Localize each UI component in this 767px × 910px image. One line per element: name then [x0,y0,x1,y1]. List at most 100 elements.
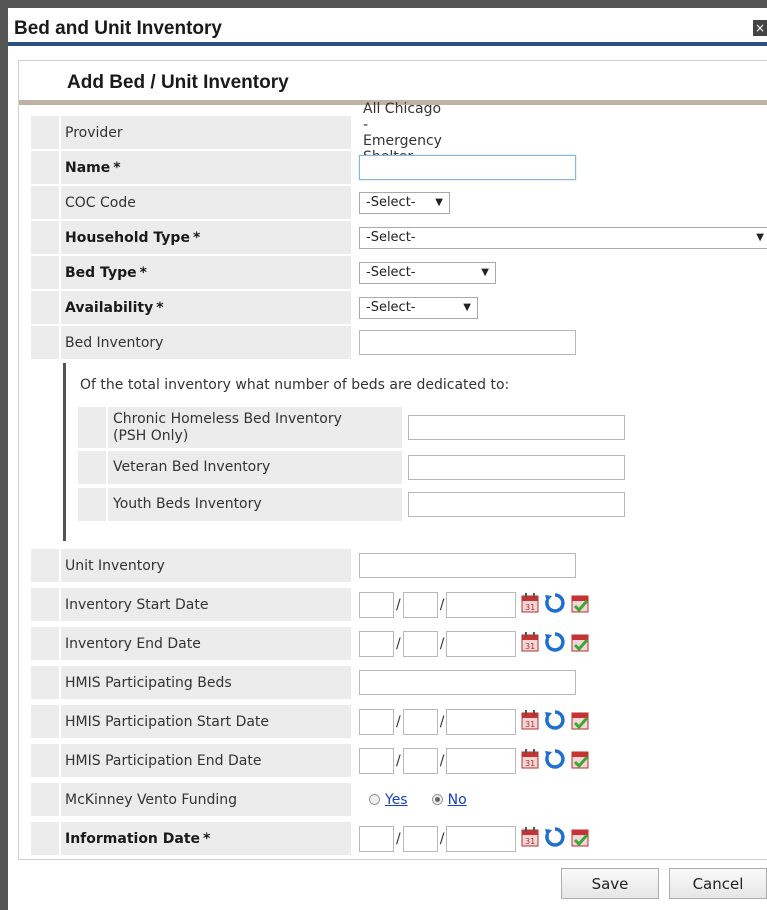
bed-type-label-text: Bed Type [65,264,137,281]
dialog-titlebar: Bed and Unit Inventory × [8,8,767,46]
calendar-icon[interactable]: 31 [520,631,540,657]
coc-code-select[interactable]: -Select- ▼ [359,191,450,214]
row-gutter [31,627,59,660]
hmis-participation-start-date-group: / / 31 [359,708,590,735]
refresh-icon[interactable] [544,592,566,618]
mckinney-vento-funding-value-cell: Yes No [359,783,491,816]
name-input[interactable] [359,155,576,180]
provider-label-text: Provider [65,124,123,141]
day-input[interactable] [402,591,438,618]
calendar-icon[interactable]: 31 [520,826,540,852]
hmis-participating-beds-value-cell [359,666,576,699]
year-input[interactable] [446,747,517,774]
inventory-start-date-label: Inventory Start Date [61,588,351,621]
refresh-icon[interactable] [544,826,566,852]
refresh-icon[interactable] [544,631,566,657]
refresh-icon[interactable] [544,748,566,774]
hmis-participation-start-date-label: HMIS Participation Start Date [61,705,351,738]
calendar-icon[interactable]: 31 [520,592,540,618]
household-type-selected: -Select- [366,230,416,245]
hmis-participation-end-date-value-cell: / / 31 [359,744,590,777]
bed-type-value-cell: -Select- ▼ [359,256,496,289]
household-type-value-cell: -Select- ▼ [359,221,767,254]
name-value-cell [359,151,576,184]
row-gutter [31,783,59,816]
availability-value-cell: -Select- ▼ [359,291,478,324]
youth-beds-input[interactable] [408,492,625,517]
unit-inventory-input[interactable] [359,553,576,578]
bed-inventory-input[interactable] [359,330,576,355]
hmis-participating-beds-label: HMIS Participating Beds [61,666,351,699]
row-gutter [31,705,59,738]
row-gutter [31,822,59,855]
day-input[interactable] [402,630,438,657]
coc-code-label: COC Code [61,186,351,219]
calendar-check-icon[interactable] [570,748,590,774]
inventory-end-date-label-text: Inventory End Date [65,635,201,652]
youth-beds-label: Youth Beds Inventory [108,488,402,521]
svg-text:31: 31 [525,642,535,651]
unit-inventory-label: Unit Inventory [61,549,351,582]
svg-text:31: 31 [525,837,535,846]
chronic-homeless-input[interactable] [408,415,625,440]
radio-yes[interactable] [369,794,380,805]
availability-select[interactable]: -Select- ▼ [359,296,478,319]
hmis-participation-end-date-label-text: HMIS Participation End Date [65,752,262,769]
inventory-end-date-value-cell: / / 31 [359,627,590,660]
month-input[interactable] [359,630,394,657]
svg-text:31: 31 [525,759,535,768]
calendar-check-icon[interactable] [570,631,590,657]
day-input[interactable] [402,825,438,852]
cancel-button[interactable]: Cancel [669,868,767,899]
dropdown-arrow-icon: ▼ [463,302,471,313]
year-input[interactable] [446,591,517,618]
month-input[interactable] [359,591,394,618]
row-gutter [78,488,106,521]
inventory-end-date-group: / / 31 [359,630,590,657]
radio-no-label[interactable]: No [448,792,467,808]
hmis-participating-beds-input[interactable] [359,670,576,695]
calendar-check-icon[interactable] [570,826,590,852]
month-input[interactable] [359,747,394,774]
date-separator: / [439,713,445,730]
household-type-label-text: Household Type [65,229,190,246]
required-marker: * [113,159,121,176]
year-input[interactable] [446,630,517,657]
calendar-check-icon[interactable] [570,709,590,735]
required-marker: * [139,264,147,281]
mckinney-vento-funding-radio-group: Yes No [359,792,491,808]
day-input[interactable] [402,747,438,774]
provider-label: Provider [61,116,351,149]
name-label: Name * [61,151,351,184]
row-gutter [78,451,106,484]
name-label-text: Name [65,159,111,176]
youth-beds-label-text: Youth Beds Inventory [113,496,262,512]
date-separator: / [439,635,445,652]
refresh-icon[interactable] [544,709,566,735]
month-input[interactable] [359,825,394,852]
year-input[interactable] [446,825,517,852]
month-input[interactable] [359,708,394,735]
day-input[interactable] [402,708,438,735]
bed-type-select[interactable]: -Select- ▼ [359,261,496,284]
close-button[interactable]: × [753,20,767,36]
save-button[interactable]: Save [561,868,659,899]
radio-dot [434,797,440,802]
year-input[interactable] [446,708,517,735]
chronic-homeless-value-cell [408,407,625,448]
veteran-beds-value-cell [408,451,625,484]
dedicated-beds-section: Of the total inventory what number of be… [63,363,643,541]
panel-title: Add Bed / Unit Inventory [67,72,289,93]
calendar-icon[interactable]: 31 [520,748,540,774]
calendar-icon[interactable]: 31 [520,709,540,735]
row-gutter [31,744,59,777]
row-gutter [31,186,59,219]
dropdown-arrow-icon: ▼ [435,197,443,208]
radio-yes-label[interactable]: Yes [385,792,408,808]
hmis-participation-end-date-group: / / 31 [359,747,590,774]
calendar-check-icon[interactable] [570,592,590,618]
radio-no[interactable] [431,794,443,805]
row-gutter [31,666,59,699]
veteran-beds-input[interactable] [408,455,625,480]
household-type-select[interactable]: -Select- ▼ [359,226,767,249]
